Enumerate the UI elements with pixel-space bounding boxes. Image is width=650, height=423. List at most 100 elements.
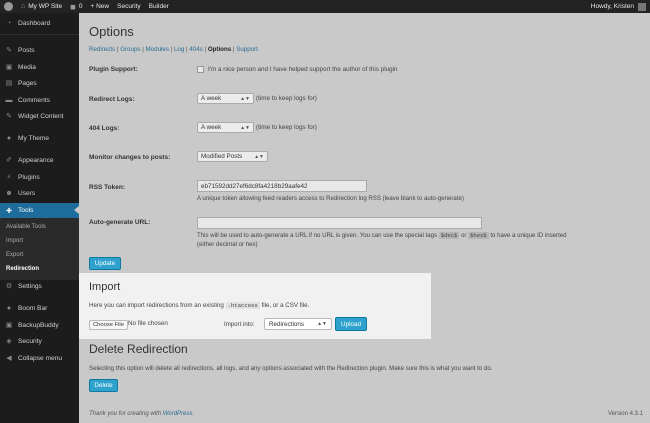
autogen-desc-text-2: to have a unique ID inserted [490,232,567,239]
redirect-logs-label: Redirect Logs: [89,96,135,103]
select-value: Redirections [269,320,304,328]
page-icon: ▤ [5,80,13,87]
sidebar-item-security[interactable]: ◈ Security [0,334,79,348]
admin-sidebar: ◔ Dashboard ✎ Posts ▣ Media ▤ Pages ▬ Comment… [0,13,79,423]
sidebar-item-label: Widget Content [18,112,64,120]
footer-period: . [192,411,195,417]
collapse-menu[interactable]: ◀ Collapse menu [0,351,79,365]
sidebar-item-label: Collapse menu [18,354,62,362]
redirect-logs-select[interactable]: A week ▲▼ [197,93,254,104]
sidebar-item-label: Posts [18,46,35,54]
rss-token-description: A unique token allowing feed readers acc… [197,195,464,202]
main-content: Options Redirects | Groups | Modules | L… [79,13,650,423]
security-label: Security [117,3,141,10]
site-name: My WP Site [28,3,63,10]
monitor-select[interactable]: Modified Posts ▲▼ [197,151,268,162]
no-file-chosen-text: No file chosen [128,320,168,327]
nav-support[interactable]: Support [236,46,258,53]
builder-menu[interactable]: Builder [145,0,173,13]
submenu-import[interactable]: Import [6,238,23,244]
greeting: Howdy, Kristen [590,3,634,10]
htaccess-code: .htaccess [225,302,260,309]
new-label: + New [90,3,110,10]
submenu-export[interactable]: Export [6,252,23,258]
404-logs-select[interactable]: A week ▲▼ [197,122,254,133]
footer-version: Version 4.3.1 [607,411,643,417]
avatar [638,2,646,11]
site-name-menu[interactable]: ⌂ My WP Site [17,0,66,13]
nav-redirects[interactable]: Redirects [89,46,115,53]
sidebar-item-widget-content[interactable]: ✎ Widget Content [0,109,79,123]
upload-button[interactable]: Upload [335,317,367,331]
autogen-or-text: or [460,232,467,239]
account-menu[interactable]: Howdy, Kristen [590,2,650,11]
nav-404s[interactable]: 404s [189,46,202,53]
sidebar-item-boom-bar[interactable]: ● Boom Bar [0,301,79,315]
plugin-support-label: Plugin Support: [89,66,138,73]
comment-icon: ▬ [5,96,13,104]
sidebar-item-posts[interactable]: ✎ Posts [0,43,79,57]
delete-button[interactable]: Delete [89,379,118,392]
wordpress-link[interactable]: WordPress [163,411,193,417]
sidebar-item-comments[interactable]: ▬ Comments [0,93,79,107]
hex-tag: $hex$ [468,232,489,239]
rss-token-input[interactable]: eb71592dd27ef6dc8fa4218b29aafe42 [197,180,367,192]
sidebar-item-label: Appearance [18,156,54,164]
rss-token-label: RSS Token: [89,184,125,191]
nav-groups[interactable]: Groups [120,46,140,53]
dashboard-icon: ◔ [6,19,12,27]
sidebar-item-label: Security [18,337,42,345]
footer-thanks-text: Thank you for creating with [89,411,162,417]
delete-description: Selecting this option will delete all re… [89,365,493,372]
submenu-redirection[interactable]: Redirection [6,266,39,272]
sidebar-item-label: Users [18,189,36,197]
select-value: A week [201,95,222,102]
submenu-available-tools[interactable]: Available Tools [6,224,46,230]
comments-menu[interactable]: ◼ 0 [66,0,86,13]
sidebar-item-backupbuddy[interactable]: ▣ BackupBuddy [0,318,79,332]
builder-label: Builder [148,3,169,10]
nav-modules[interactable]: Modules [146,46,169,53]
nav-log[interactable]: Log [174,46,184,53]
collapse-icon: ◀ [6,355,12,362]
sidebar-item-dashboard[interactable]: ◔ Dashboard [0,16,79,30]
autogen-desc-text-3: (either decimal or hex) [197,241,258,248]
import-into-select[interactable]: Redirections ▲▼ [264,318,332,330]
security-menu[interactable]: Security [113,0,144,13]
import-into-label: Import into: [224,321,255,328]
plugin-support-checkbox[interactable] [197,66,204,73]
sidebar-item-label: Boom Bar [18,304,48,312]
sidebar-item-users[interactable]: ☻ Users [0,186,79,200]
monitor-label: Monitor changes to posts: [89,154,171,161]
pin-icon: ✎ [6,47,12,54]
select-value: Modified Posts [201,153,243,160]
tools-submenu: Available Tools Import Export Redirectio… [0,218,79,280]
sidebar-item-tools[interactable]: ✚ Tools [0,203,79,218]
nav-options[interactable]: Options [208,46,231,53]
boombar-icon: ● [6,304,12,312]
sidebar-item-media[interactable]: ▣ Media [0,60,79,74]
chevron-updown-icon: ▲▼ [240,124,250,131]
pin-icon: ✎ [6,113,12,120]
sidebar-item-label: Media [18,63,36,71]
settings-icon: ⚙ [5,283,13,290]
sidebar-item-pages[interactable]: ▤ Pages [0,76,79,90]
subsubsub-nav: Redirects | Groups | Modules | Log | 404… [89,46,258,53]
import-description: Here you can import redirections from an… [89,302,309,309]
wp-logo-menu[interactable] [0,0,17,13]
new-content-menu[interactable]: + New [87,0,114,13]
sidebar-item-label: BackupBuddy [18,321,59,329]
delete-redirection-title: Delete Redirection [89,342,188,356]
sidebar-item-plugins[interactable]: ⚡ Plugins [0,170,79,184]
sidebar-item-label: Settings [18,282,42,290]
sidebar-item-my-theme[interactable]: ● My Theme [0,131,79,145]
update-button[interactable]: Update [89,257,121,270]
chevron-updown-icon: ▲▼ [254,153,264,160]
sidebar-item-label: Pages [18,79,37,87]
autogen-url-input[interactable] [197,217,482,229]
sidebar-item-settings[interactable]: ⚙ Settings [0,279,79,293]
sidebar-item-appearance[interactable]: ✐ Appearance [0,153,79,167]
choose-file-button[interactable]: Choose File [89,320,128,330]
redirect-logs-hint: (time to keep logs for) [256,95,317,102]
users-icon: ☻ [5,189,13,197]
